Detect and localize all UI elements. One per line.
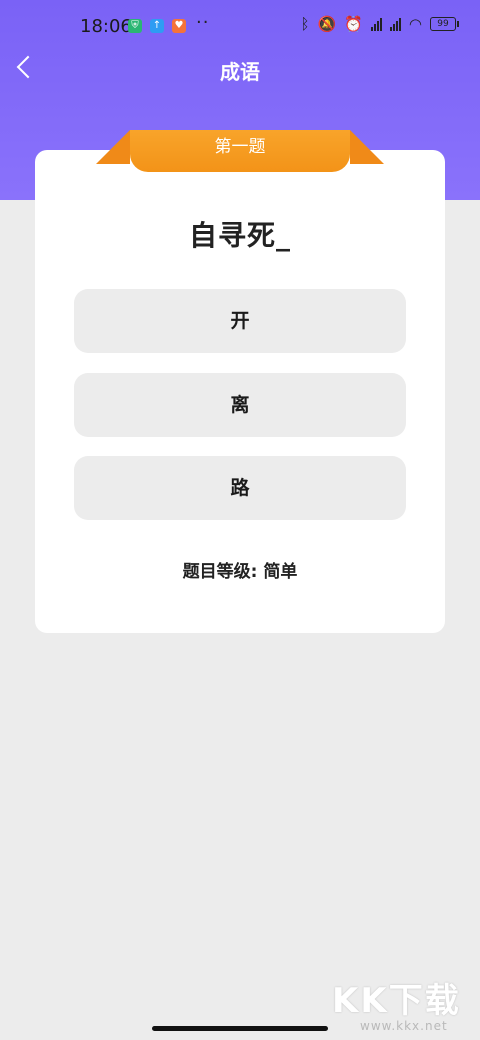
home-indicator[interactable] bbox=[152, 1026, 328, 1031]
watermark-logo: KK下载 bbox=[332, 981, 461, 1021]
question-text: 自寻死_ bbox=[188, 219, 291, 252]
hd-signal-icon bbox=[370, 17, 382, 31]
hd-signal-icon bbox=[389, 17, 401, 31]
page-title: 成语 bbox=[220, 60, 260, 84]
watermark: KK下载 www.kkx.net bbox=[332, 983, 472, 1033]
answer-option[interactable]: 离 bbox=[74, 373, 406, 437]
battery-icon: 99 bbox=[430, 17, 459, 31]
more-notifications-icon: ·· bbox=[196, 12, 210, 33]
wifi-icon: ◠ bbox=[408, 15, 422, 33]
ribbon-wing-right bbox=[350, 130, 384, 164]
question-number-ribbon: 第一题 bbox=[130, 130, 350, 172]
upload-app-icon: ↑ bbox=[150, 19, 164, 33]
status-time: 18:06 bbox=[80, 16, 132, 37]
watermark-url: www.kkx.net bbox=[360, 1019, 448, 1033]
mute-icon: 🔕 bbox=[317, 15, 337, 33]
status-bar: 18:06 ⛨ ↑ ♥ ·· ᛒ 🔕 ⏰ ◠ 99 bbox=[0, 0, 480, 50]
ribbon-wing-left bbox=[96, 130, 130, 164]
system-icons: ᛒ 🔕 ⏰ ◠ 99 bbox=[300, 15, 459, 33]
answer-option[interactable]: 路 bbox=[74, 456, 406, 520]
difficulty-level: 题目等级: 简单 bbox=[182, 562, 298, 582]
answer-option[interactable]: 开 bbox=[74, 289, 406, 353]
alarm-icon: ⏰ bbox=[344, 15, 363, 33]
shield-app-icon: ⛨ bbox=[128, 19, 142, 33]
orange-app-icon: ♥ bbox=[172, 19, 186, 33]
bluetooth-icon: ᛒ bbox=[300, 15, 310, 33]
